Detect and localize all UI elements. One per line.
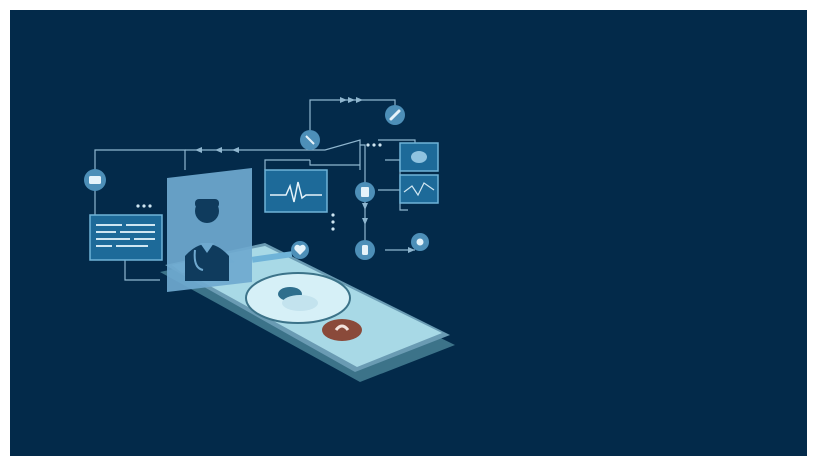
ecg-panel xyxy=(264,169,328,213)
illustration-frame xyxy=(10,10,807,456)
text-report-panel xyxy=(89,214,163,261)
pill-icon xyxy=(385,105,405,125)
telemedicine-illustration xyxy=(84,97,455,382)
doctor-card xyxy=(167,168,252,292)
heart-icon xyxy=(291,241,309,259)
camera-icon xyxy=(84,169,106,191)
scan-panel-bottom xyxy=(399,174,439,204)
clipboard-icon xyxy=(355,182,375,202)
syringe-icon xyxy=(300,130,320,150)
hand-touch-icon xyxy=(411,233,429,251)
phone-call-icon xyxy=(322,319,362,341)
bottle-icon xyxy=(355,240,375,260)
scan-panel-top xyxy=(399,142,439,172)
